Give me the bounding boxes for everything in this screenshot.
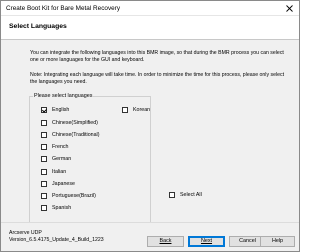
checkbox-chinese-traditional[interactable]: Chinese(Traditional) xyxy=(41,131,100,139)
back-button[interactable]: Back xyxy=(147,236,184,247)
product-name: Arcserve UDP xyxy=(9,230,42,236)
page-title: Select Languages xyxy=(9,23,67,30)
checkbox-label: German xyxy=(52,156,72,162)
window-title: Create Boot Kit for Bare Metal Recovery xyxy=(6,5,121,12)
checkbox-english[interactable]: English xyxy=(41,106,69,114)
intro-text: You can integrate the following language… xyxy=(30,50,284,63)
checkbox-italian[interactable]: Italian xyxy=(41,168,66,176)
checkbox-box[interactable] xyxy=(41,205,47,211)
main-content: You can integrate the following language… xyxy=(1,41,299,224)
checkbox-box[interactable] xyxy=(41,169,47,175)
title-bar[interactable]: Create Boot Kit for Bare Metal Recovery xyxy=(1,1,299,16)
checkbox-box[interactable] xyxy=(122,107,128,113)
checkbox-label: Select All xyxy=(180,192,202,198)
language-groupbox: Please select languages English Chinese(… xyxy=(29,93,151,224)
checkbox-box[interactable] xyxy=(41,107,47,113)
dialog-window: Create Boot Kit for Bare Metal Recovery … xyxy=(0,0,300,252)
checkbox-box[interactable] xyxy=(41,156,47,162)
checkbox-box[interactable] xyxy=(41,144,47,150)
checkbox-chinese-simplified[interactable]: Chinese(Simplified) xyxy=(41,119,98,127)
close-icon[interactable] xyxy=(284,3,295,14)
checkbox-box[interactable] xyxy=(169,192,175,198)
checkbox-french[interactable]: French xyxy=(41,143,69,151)
page-header: Select Languages xyxy=(1,16,299,40)
checkbox-box[interactable] xyxy=(41,193,47,199)
footer-bar: Arcserve UDP Version_6.5.4175_Update_4_B… xyxy=(1,222,299,251)
checkbox-german[interactable]: German xyxy=(41,155,71,163)
checkbox-select-all[interactable]: Select All xyxy=(169,191,202,199)
next-button[interactable]: Next xyxy=(188,236,225,247)
checkbox-label: English xyxy=(52,107,70,113)
checkbox-box[interactable] xyxy=(41,132,47,138)
checkbox-spanish[interactable]: Spanish xyxy=(41,204,71,212)
checkbox-label: Portuguese(Brazil) xyxy=(52,193,96,199)
product-info: Arcserve UDP Version_6.5.4175_Update_4_B… xyxy=(9,230,104,244)
checkbox-box[interactable] xyxy=(41,181,47,187)
checkbox-label: Chinese(Simplified) xyxy=(52,120,98,126)
checkbox-label: Spanish xyxy=(52,205,72,211)
checkbox-label: French xyxy=(52,144,69,150)
checkbox-label: Korean xyxy=(133,107,151,113)
checkbox-portuguese-brazil[interactable]: Portuguese(Brazil) xyxy=(41,192,96,200)
checkbox-japanese[interactable]: Japanese xyxy=(41,180,75,188)
help-button[interactable]: Help xyxy=(260,236,295,247)
checkbox-korean[interactable]: Korean xyxy=(122,106,150,114)
checkbox-label: Italian xyxy=(52,169,67,175)
version-text: Version_6.5.4175_Update_4_Build_1223 xyxy=(9,237,104,243)
checkbox-label: Chinese(Traditional) xyxy=(52,132,100,138)
groupbox-label: Please select languages xyxy=(33,93,94,100)
checkbox-box[interactable] xyxy=(41,120,47,126)
checkbox-label: Japanese xyxy=(52,181,75,187)
note-text: Note: Integrating each language will tak… xyxy=(30,72,285,85)
